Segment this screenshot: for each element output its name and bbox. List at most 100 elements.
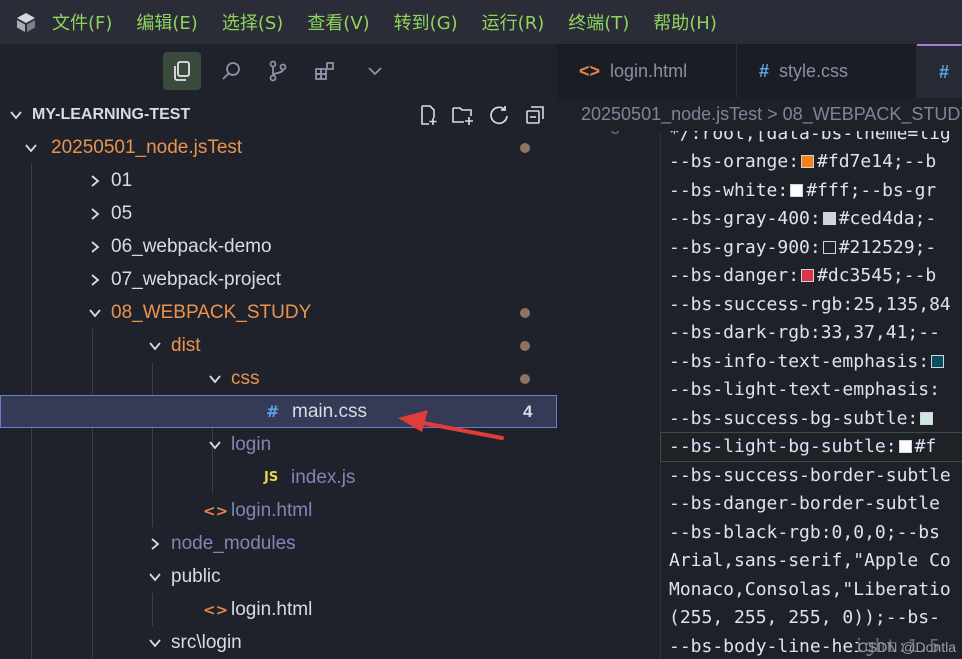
color-swatch[interactable] [822, 240, 836, 254]
source-control-icon[interactable] [259, 52, 297, 90]
chevron-down-icon [146, 337, 164, 355]
tree-label: index.js [291, 466, 356, 488]
tab-label: login.html [610, 60, 688, 81]
chevron-right-icon [86, 238, 104, 256]
tree-label: login.html [231, 598, 313, 620]
color-swatch[interactable] [790, 183, 804, 197]
tree-folder-public[interactable]: public [0, 560, 557, 593]
tree-folder-07-webpack-project[interactable]: 07_webpack-project [0, 263, 557, 296]
line-gutter: 8 [557, 131, 660, 659]
tree-folder-login[interactable]: login [0, 428, 557, 461]
tree-label: 07_webpack-project [111, 268, 282, 290]
tree-label: css [231, 367, 260, 389]
code-line[interactable]: Monaco,Consolas,"Liberatio [669, 575, 951, 603]
html-icon: <> [579, 60, 601, 81]
code-line[interactable]: --bs-light-bg-subtle: #f [660, 431, 962, 462]
code-line[interactable]: --bs-orange: #fd7e14;--b [669, 148, 936, 176]
collapse-all-icon[interactable] [522, 102, 548, 128]
code-line[interactable]: --bs-dark-rgb:33,37,41;-- [669, 319, 940, 347]
menu-edit[interactable]: 编辑(E) [136, 9, 197, 35]
menu-bar: 文件(F) 编辑(E) 选择(S) 查看(V) 转到(G) 运行(R) 终端(T… [0, 0, 962, 44]
app-logo-icon[interactable] [0, 0, 52, 44]
tree-folder-src-login[interactable]: src\login [0, 626, 557, 659]
breadcrumb[interactable]: 20250501_node.jsTest > 08_WEBPACK_STUDY [557, 98, 962, 131]
code-line[interactable]: */:root,[data-bs-theme=lig [669, 131, 951, 147]
color-swatch[interactable] [920, 411, 934, 425]
tree-folder-08-webpack-study[interactable]: 08_WEBPACK_STUDY [0, 296, 557, 329]
code-line[interactable]: --bs-success-bg-subtle: [669, 404, 936, 432]
color-swatch[interactable] [801, 269, 815, 282]
tree-file-login-html[interactable]: <> login.html [0, 494, 557, 527]
tree-folder-05[interactable]: 05 [0, 197, 557, 230]
color-swatch[interactable] [822, 212, 836, 225]
code-text: Monaco,Consolas,"Liberatio [669, 578, 951, 600]
refresh-icon[interactable] [486, 102, 512, 128]
color-swatch[interactable] [801, 155, 815, 168]
search-icon[interactable] [212, 52, 250, 90]
tree-folder-css[interactable]: css [0, 362, 557, 395]
chevron-down-icon[interactable] [356, 52, 394, 90]
code-line[interactable]: --bs-gray-900: #212529;- [669, 233, 936, 261]
menu-file[interactable]: 文件(F) [52, 9, 112, 35]
tree-folder-20250501[interactable]: 20250501_node.jsTest [0, 131, 557, 164]
tree-file-public-login-html[interactable]: <> login.html [0, 593, 557, 626]
menu-selection[interactable]: 选择(S) [222, 9, 283, 35]
chevron-down-icon [206, 436, 224, 454]
tree-folder-dist[interactable]: dist [0, 329, 557, 362]
code-line[interactable]: (255, 255, 255, 0));--bs- [669, 604, 940, 632]
code-line[interactable]: --bs-success-border-subtle [669, 461, 951, 489]
extensions-icon[interactable] [306, 52, 344, 90]
code-text: #f [914, 436, 937, 457]
chevron-down-icon [146, 568, 164, 586]
code-text: #ced4da;- [838, 208, 937, 229]
tree-file-index-js[interactable]: JS index.js [0, 461, 557, 494]
code-text: #fff;--bs-gr [806, 179, 937, 201]
code-line[interactable]: --bs-gray-400: #ced4da;- [669, 205, 936, 233]
tab-bar: <> login.html # style.css # [557, 44, 962, 98]
menu-help[interactable]: 帮助(H) [653, 9, 717, 35]
chevron-down-icon[interactable] [8, 107, 24, 123]
code-line[interactable]: --bs-black-rgb:0,0,0;--bs [669, 518, 940, 546]
files-icon[interactable] [163, 52, 201, 90]
new-folder-icon[interactable] [450, 102, 476, 128]
tree-folder-01[interactable]: 01 [0, 164, 557, 197]
menu-view[interactable]: 查看(V) [307, 9, 369, 35]
menu-go[interactable]: 转到(G) [394, 9, 458, 35]
new-file-icon[interactable] [415, 102, 441, 128]
code-line[interactable]: --bs-danger: #dc3545;--b [669, 262, 936, 290]
code-text: --bs-gray-900: [669, 236, 821, 258]
tree-label: 05 [111, 202, 133, 224]
code-line[interactable]: --bs-danger-border-subtle [669, 490, 940, 518]
tree-file-main-css[interactable]: # main.css 4 [0, 395, 557, 428]
tab-main-css[interactable]: # [917, 44, 962, 98]
html-icon: <> [203, 501, 229, 520]
gutter-divider [660, 131, 661, 659]
code-line[interactable]: --bs-white: #fff;--bs-gr [669, 176, 936, 204]
tree-folder-node-modules[interactable]: node_modules [0, 527, 557, 560]
code-line[interactable]: Arial,sans-serif,"Apple Co [669, 547, 951, 575]
tree-label: node_modules [171, 532, 296, 554]
css-hash-icon: # [266, 402, 280, 421]
tab-login-html[interactable]: <> login.html [557, 44, 737, 98]
code-line[interactable]: --bs-success-rgb:25,135,84 [669, 290, 951, 318]
tab-style-css[interactable]: # style.css [737, 44, 917, 98]
tree-label: dist [171, 334, 201, 356]
menu-terminal[interactable]: 终端(T) [568, 9, 629, 35]
code-editor[interactable]: 8 */:root,[data-bs-theme=lig --bs-orange:… [557, 131, 962, 659]
tree-label: login.html [231, 499, 313, 521]
color-swatch[interactable] [931, 354, 945, 368]
color-swatch[interactable] [898, 440, 912, 453]
code-line[interactable]: --bs-light-text-emphasis: [669, 376, 940, 404]
file-tree: 20250501_node.jsTest 01 05 06_webpack-de… [0, 131, 557, 659]
chevron-down-icon [146, 634, 164, 652]
code-text: --bs-light-bg-subtle: [669, 436, 897, 457]
explorer-title[interactable]: MY-LEARNING-TEST [32, 106, 190, 124]
menu-run[interactable]: 运行(R) [482, 9, 545, 35]
chevron-right-icon [86, 205, 104, 223]
code-text: --bs-white: [669, 179, 789, 201]
tree-folder-06-webpack-demo[interactable]: 06_webpack-demo [0, 230, 557, 263]
code-text: #fd7e14;--b [817, 151, 937, 172]
modified-dot [520, 307, 530, 318]
tree-label: 20250501_node.jsTest [51, 136, 243, 158]
code-line[interactable]: --bs-info-text-emphasis: [669, 347, 947, 375]
